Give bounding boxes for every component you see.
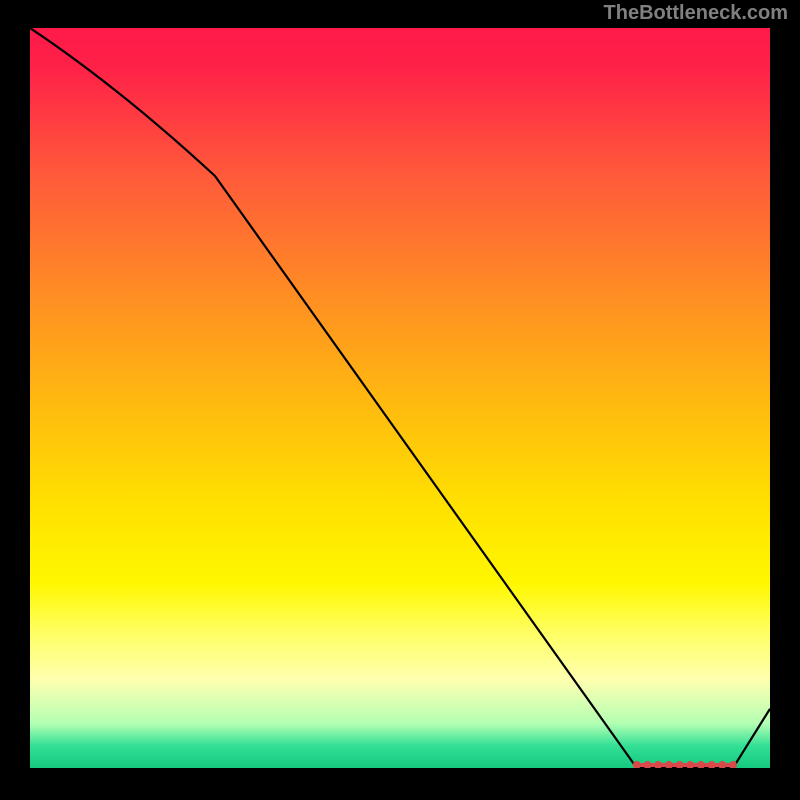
watermark-text: TheBottleneck.com — [604, 2, 788, 25]
chart-svg — [30, 28, 770, 768]
marker-dot — [633, 761, 641, 768]
marker-dot — [708, 761, 716, 768]
marker-dot — [686, 761, 694, 768]
chart-container: TheBottleneck.com — [0, 0, 800, 800]
marker-dot — [665, 761, 673, 768]
marker-dot — [644, 761, 652, 768]
marker-dot — [718, 761, 726, 768]
bottleneck-markers — [633, 761, 737, 768]
marker-dot — [697, 761, 705, 768]
marker-dot — [676, 761, 684, 768]
marker-dot — [654, 761, 662, 768]
plot-area — [30, 28, 770, 768]
series-curve — [30, 28, 770, 768]
